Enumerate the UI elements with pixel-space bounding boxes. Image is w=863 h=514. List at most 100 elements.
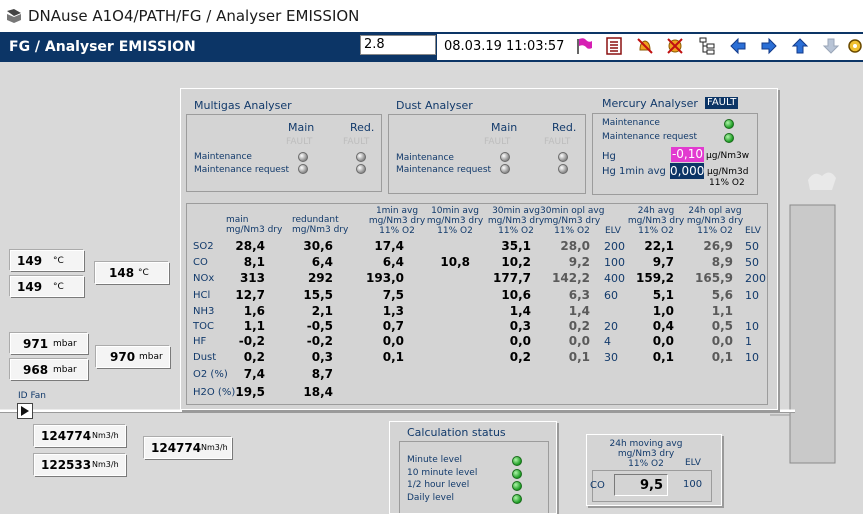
mercury-maintenance-led: [724, 119, 734, 129]
hierarchy-icon[interactable]: [697, 36, 717, 56]
multigas-fault-main: FAULT: [286, 137, 313, 147]
dust-maint-request-label: Maintenance request: [396, 165, 492, 175]
cell-main: 12,7: [235, 288, 265, 302]
col-header-24h-opl: 24h opl avg mg/Nm3 dry 11% O2: [686, 206, 744, 236]
temp-2-value: 149: [17, 280, 43, 294]
calc-minute-led: [512, 456, 522, 466]
calc-status-title: Calculation status: [407, 426, 506, 439]
cell-24h: 5,1: [652, 288, 674, 302]
temp-2-box: 149 °C: [10, 276, 84, 297]
cell-24h-opl: 5,6: [711, 288, 733, 302]
cell-24h-opl: 0,5: [711, 319, 733, 333]
cell-1min: 17,4: [374, 239, 404, 253]
moving-avg-elv: 100: [683, 479, 703, 490]
mercury-hg1-label: Hg 1min avg: [602, 166, 666, 177]
arrow-left-icon[interactable]: [728, 36, 748, 56]
cell-24h: 9,7: [652, 255, 674, 269]
calc-daily-led: [512, 494, 522, 504]
cell-main: -0,2: [238, 334, 265, 348]
flag-icon[interactable]: [574, 36, 594, 56]
row-label-nh3: NH3: [193, 306, 215, 317]
dust-main-maintenance-led: [500, 152, 510, 162]
col-header-elv24: ELV: [745, 226, 761, 236]
cell-1min: 0,7: [382, 319, 404, 333]
pressure-avg-box: 970 mbar: [96, 346, 170, 368]
cell-30min: 0,2: [509, 350, 531, 364]
cell-elv24: 10: [745, 320, 759, 333]
cell-1min: 0,1: [382, 350, 404, 364]
cell-elv24: 10: [745, 351, 759, 364]
alarm-mute-icon[interactable]: [635, 36, 655, 56]
cell-30min-opl: 6,3: [568, 288, 590, 302]
report-icon[interactable]: [604, 36, 624, 56]
cell-30min-opl: 142,2: [552, 271, 590, 285]
moving-avg-title: 24h moving avg mg/Nm3 dry 11% O2: [609, 439, 683, 469]
flow-1-box: 124774 Nm3/h: [34, 425, 126, 447]
cell-30min-opl: 9,2: [568, 255, 590, 269]
col-header-30min: 30min avg mg/Nm3 dry 11% O2: [487, 206, 545, 236]
cell-30min: 0,3: [509, 319, 531, 333]
calc-daily-label: Daily level: [407, 493, 455, 503]
arrow-right-icon[interactable]: [759, 36, 779, 56]
row-label-o2: O2 (%): [193, 369, 228, 380]
cell-24h: 159,2: [636, 271, 674, 285]
chimney-graphic: [770, 172, 836, 464]
flow-2-unit: Nm3/h: [92, 460, 119, 469]
dust-red-maintenance-led: [558, 152, 568, 162]
temp-1-unit: °C: [53, 256, 64, 266]
cell-1min: 1,3: [382, 304, 404, 318]
cell-elv24: 50: [745, 256, 759, 269]
flow-avg-value: 124774: [151, 441, 202, 455]
cell-24h-opl: 165,9: [695, 271, 733, 285]
moving-avg-value: 9,5: [614, 474, 668, 496]
cell-elv: 200: [604, 240, 625, 253]
col-header-1min: 1min avg mg/Nm3 dry 11% O2: [368, 206, 426, 236]
mercury-hg-value: -0,10: [671, 147, 704, 162]
cell-30min: 177,7: [493, 271, 531, 285]
fan-label: ID Fan: [18, 391, 47, 401]
pressure-1-value: 971: [23, 337, 49, 351]
pressure-avg-value: 970: [110, 350, 136, 364]
cell-elv24: 50: [745, 240, 759, 253]
cell-main: 28,4: [235, 239, 265, 253]
calc-halfhour-label: 1/2 hour level: [407, 480, 470, 490]
cell-1min: 6,4: [382, 255, 404, 269]
mercury-hg1-unit: µg/Nm3d: [707, 167, 749, 177]
cell-elv: 20: [604, 320, 618, 333]
mercury-title: Mercury Analyser: [602, 97, 698, 110]
cell-30min-opl: 0,1: [568, 350, 590, 364]
cell-elv: 60: [604, 289, 618, 302]
mercury-fault-badge: FAULT: [705, 97, 739, 109]
multigas-maint-request-label: Maintenance request: [194, 165, 290, 175]
pressure-avg-unit: mbar: [139, 352, 163, 362]
settings-icon[interactable]: [845, 36, 863, 56]
fan-icon[interactable]: [17, 403, 33, 419]
arrow-up-icon[interactable]: [790, 36, 810, 56]
flow-2-value: 122533: [41, 458, 92, 472]
cell-1min: 193,0: [366, 271, 404, 285]
cell-redundant: 30,6: [303, 239, 333, 253]
cell-30min: 0,0: [509, 334, 531, 348]
cell-elv: 100: [604, 256, 625, 269]
cell-main: 19,5: [235, 385, 265, 399]
multigas-main-maintenance-led: [298, 152, 308, 162]
multigas-col-main: Main: [288, 121, 315, 134]
pressure-2-box: 968 mbar: [10, 359, 88, 380]
dust-maintenance-label: Maintenance: [396, 153, 454, 163]
arrow-down-icon[interactable]: [821, 36, 841, 56]
flow-1-value: 124774: [41, 429, 92, 443]
cell-elv: 4: [604, 335, 611, 348]
multigas-fault-red: FAULT: [343, 137, 370, 147]
cell-redundant: -0,5: [306, 319, 333, 333]
cell-30min: 35,1: [501, 239, 531, 253]
alarm-ack-icon[interactable]: [665, 36, 685, 56]
header-input[interactable]: 2.8: [360, 35, 436, 55]
temp-2-unit: °C: [53, 282, 64, 292]
mercury-request-led: [724, 133, 734, 143]
dust-main-request-led: [500, 164, 510, 174]
cell-redundant: 8,7: [311, 367, 333, 381]
cell-30min-opl: 0,0: [568, 334, 590, 348]
window-titlebar: DNAuse A1O4/PATH/FG / Analyser EMISSION: [0, 0, 863, 32]
mercury-hg1-value: 0,000: [670, 163, 705, 179]
cell-elv24: 200: [745, 272, 766, 285]
